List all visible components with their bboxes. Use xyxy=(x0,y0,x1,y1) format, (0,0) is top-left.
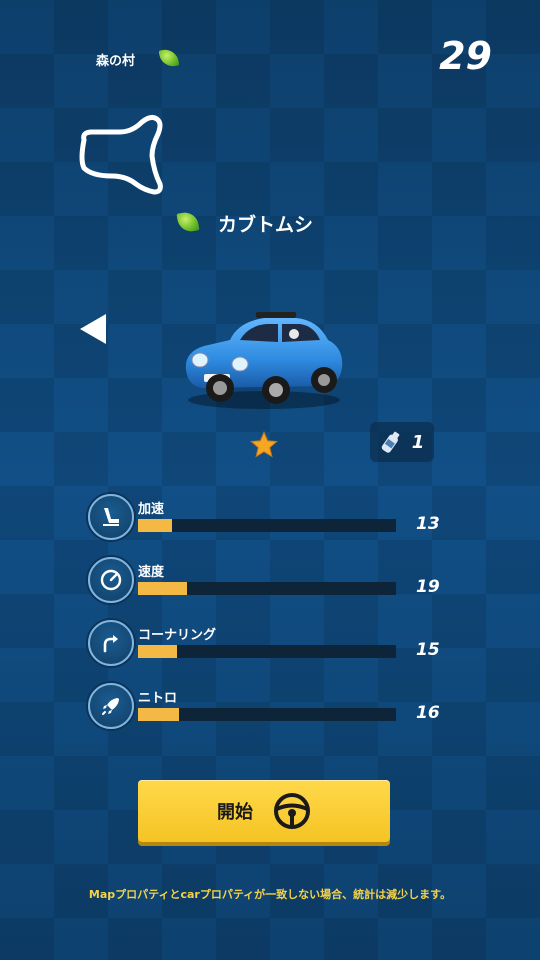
stat-bar-fill xyxy=(138,645,177,658)
curve-arrow-icon xyxy=(88,620,134,666)
map-name: 森の村 xyxy=(96,54,136,69)
stat-bar-fill xyxy=(138,708,179,721)
leaf-icon xyxy=(158,47,180,69)
start-button-label: 開始 xyxy=(217,802,253,823)
nitro-bottle-icon xyxy=(381,431,400,453)
acceleration-seat-icon xyxy=(88,494,134,540)
start-button[interactable]: 開始 xyxy=(138,780,390,842)
stat-label-nitro: ニトロ xyxy=(138,691,178,706)
nitro-badge: 1 xyxy=(370,422,434,462)
stat-bar-nitro xyxy=(138,708,396,721)
rocket-icon xyxy=(88,683,134,729)
star-icon xyxy=(250,430,278,458)
countdown-timer: 29 xyxy=(439,34,492,78)
speedometer-icon xyxy=(88,557,134,603)
stat-label-speed: 速度 xyxy=(138,565,165,580)
steering-wheel-icon xyxy=(274,793,310,829)
stat-bar-acceleration xyxy=(138,519,396,532)
stat-value-acceleration: 13 xyxy=(416,514,440,534)
stat-value-cornering: 15 xyxy=(416,640,440,660)
previous-car-arrow[interactable] xyxy=(80,314,106,344)
footer-note: Mapプロパティとcarプロパティが一致しない場合、統計は減少します。 xyxy=(88,888,452,901)
nitro-count: 1 xyxy=(411,431,425,453)
leaf-icon xyxy=(176,210,200,234)
stat-bar-fill xyxy=(138,519,172,532)
stat-bar-speed xyxy=(138,582,396,595)
stat-bar-cornering xyxy=(138,645,396,658)
car-image xyxy=(185,312,343,409)
stat-label-acceleration: 加速 xyxy=(138,502,165,517)
track-map-icon xyxy=(79,114,163,195)
stat-value-nitro: 16 xyxy=(416,703,440,723)
car-name: カブトムシ xyxy=(218,214,314,236)
stat-bar-fill xyxy=(138,582,187,595)
stat-label-cornering: コーナリング xyxy=(138,628,217,643)
stat-value-speed: 19 xyxy=(416,577,440,597)
